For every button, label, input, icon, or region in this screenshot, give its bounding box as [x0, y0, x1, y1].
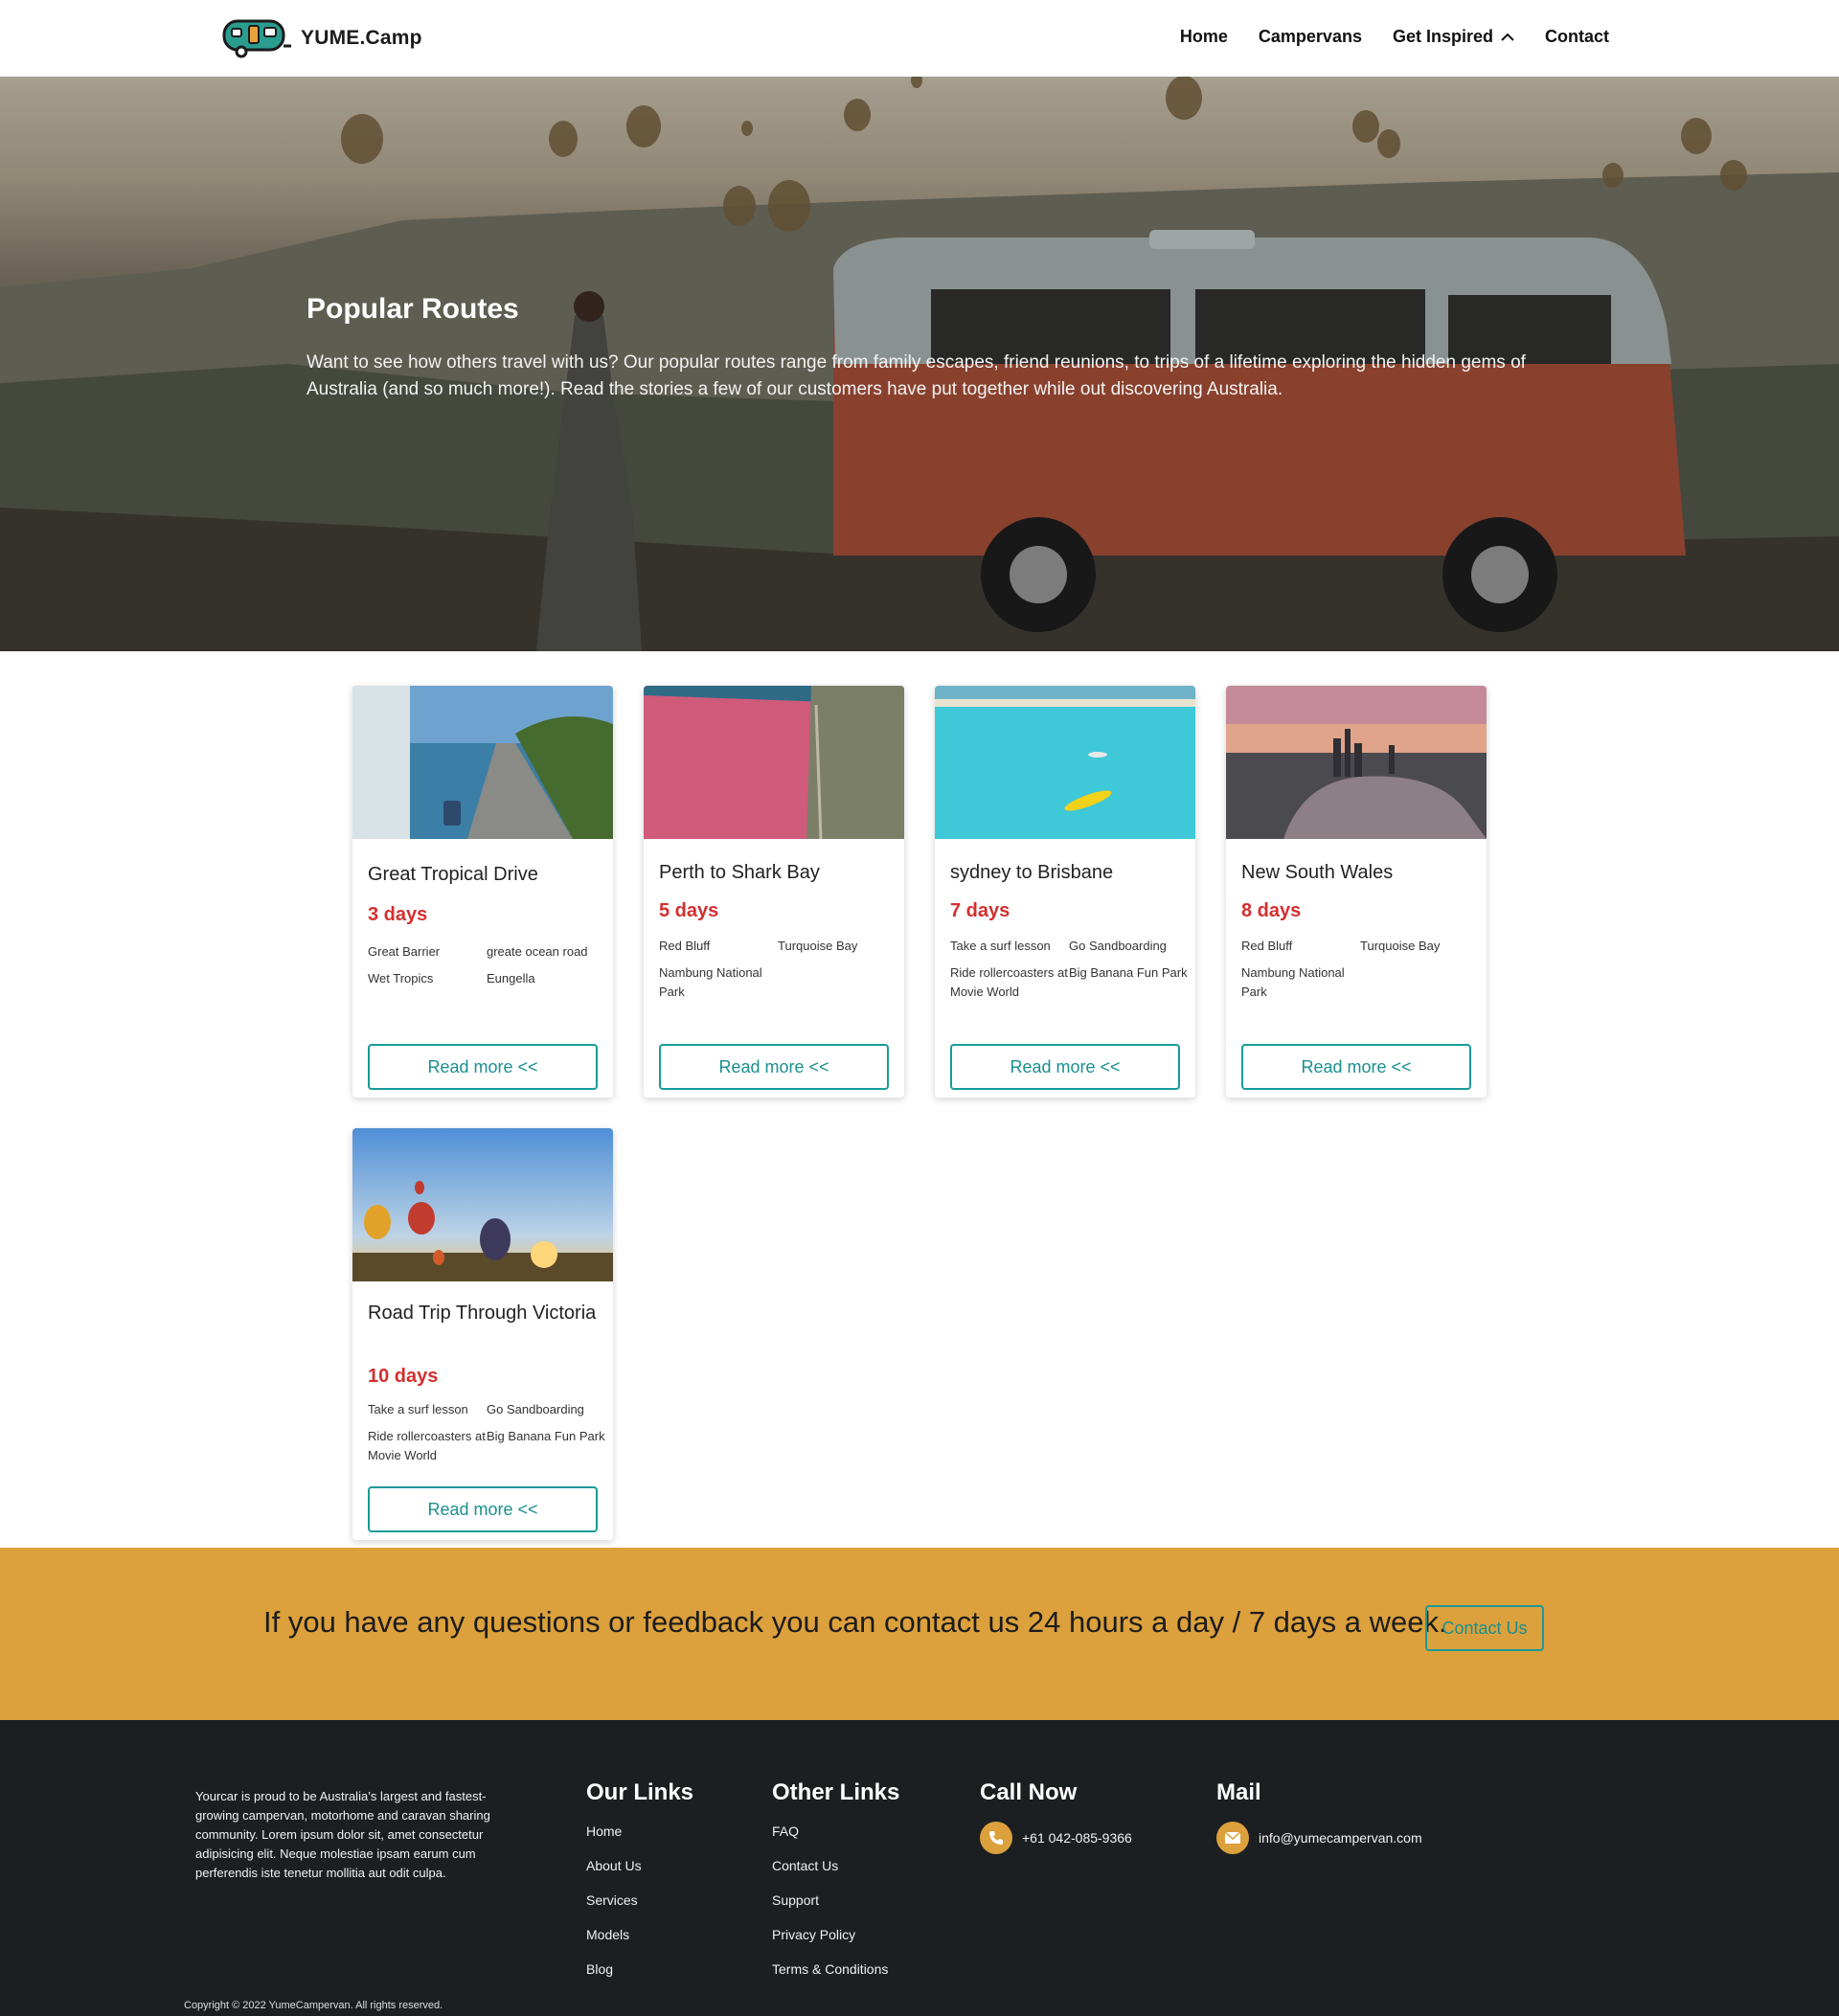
card-stop: Go Sandboarding — [1069, 939, 1167, 953]
phone-icon — [980, 1822, 1012, 1854]
read-more-button[interactable]: Read more << — [368, 1044, 598, 1090]
footer-link-support[interactable]: Support — [772, 1891, 899, 1910]
card-stop: Take a surf lesson — [950, 939, 1051, 953]
card-stop: Ride rollercoasters at Movie World — [950, 965, 1068, 999]
card-days: 7 days — [950, 900, 1010, 921]
route-card: Road Trip Through Victoria 10 days Take … — [352, 1128, 613, 1540]
read-more-button[interactable]: Read more << — [950, 1044, 1180, 1090]
site-footer: Yourcar is proud to be Australia’s large… — [0, 1720, 1839, 2016]
card-stop: Turquoise Bay — [1360, 939, 1441, 953]
card-stop: Great Barrier — [368, 944, 441, 959]
route-card: sydney to Brisbane 7 days Take a surf le… — [935, 686, 1195, 1098]
card-days: 5 days — [659, 900, 719, 921]
nav-campervans[interactable]: Campervans — [1259, 27, 1362, 47]
footer-link-contact-us[interactable]: Contact Us — [772, 1856, 899, 1875]
footer-other-links: Other Links FAQ Contact Us Support Priva… — [772, 1779, 899, 1994]
card-stops: Red Bluff Turquoise Bay Nambung National… — [659, 937, 897, 1002]
footer-mail: Mail info@yumecampervan.com — [1216, 1779, 1422, 1854]
route-card: New South Wales 8 days Red Bluff Turquoi… — [1226, 686, 1487, 1098]
camper-logo-icon — [222, 19, 291, 58]
card-stop: Eungella — [487, 971, 535, 985]
site-header: YUME.Camp Home Campervans Get Inspired C… — [0, 0, 1839, 77]
route-card: Great Tropical Drive 3 days Great Barrie… — [352, 686, 613, 1098]
footer-our-links-title: Our Links — [586, 1779, 694, 1805]
contact-us-button[interactable]: Contact Us — [1425, 1605, 1544, 1651]
card-stops: Take a surf lesson Go Sandboarding Ride … — [950, 937, 1188, 1002]
nav-campervans-label: Campervans — [1258, 27, 1362, 46]
phone-number: +61 042-085-9366 — [1022, 1830, 1132, 1846]
route-card: Perth to Shark Bay 5 days Red Bluff Turq… — [644, 686, 904, 1098]
card-stop: Nambung National Park — [659, 965, 762, 999]
read-more-button[interactable]: Read more << — [659, 1044, 889, 1090]
hero-description: Want to see how others travel with us? O… — [306, 352, 1526, 399]
card-stops: Great Barrier greate ocean road Wet Trop… — [368, 942, 605, 988]
kayak-sea-image — [935, 686, 1195, 839]
card-stops: Take a surf lesson Go Sandboarding Ride … — [368, 1400, 605, 1465]
copyright-text: Copyright © 2022 YumeCampervan. All righ… — [184, 2000, 443, 2011]
nav-get-inspired-label: Get Inspired — [1392, 27, 1493, 46]
card-title: Perth to Shark Bay — [659, 862, 820, 883]
card-stop: Nambung National Park — [1241, 965, 1345, 999]
card-stop: Wet Tropics — [368, 971, 434, 985]
footer-call: Call Now +61 042-085-9366 — [980, 1779, 1132, 1854]
footer-call-title: Call Now — [980, 1779, 1078, 1805]
nav-home[interactable]: Home — [1180, 27, 1228, 47]
footer-link-services[interactable]: Services — [586, 1891, 693, 1910]
nav-contact[interactable]: Contact — [1545, 27, 1609, 47]
footer-link-terms[interactable]: Terms & Conditions — [772, 1959, 899, 1979]
email-address: info@yumecampervan.com — [1259, 1830, 1422, 1846]
balloons-sunset-image — [352, 1128, 613, 1281]
footer-link-faq[interactable]: FAQ — [772, 1822, 899, 1841]
footer-link-about-us[interactable]: About Us — [586, 1856, 693, 1875]
mail-row[interactable]: info@yumecampervan.com — [1216, 1822, 1422, 1854]
footer-other-links-title: Other Links — [772, 1779, 900, 1805]
footer-about-text: Yourcar is proud to be Australia’s large… — [195, 1789, 490, 1880]
card-stop: greate ocean road — [487, 944, 588, 959]
nav-home-label: Home — [1179, 27, 1228, 46]
footer-link-blog[interactable]: Blog — [586, 1959, 693, 1979]
nav-contact-label: Contact — [1545, 27, 1609, 46]
card-stop: Big Banana Fun Park — [487, 1429, 605, 1443]
logo[interactable]: YUME.Camp — [220, 17, 422, 59]
hero-title: Popular Routes — [306, 293, 519, 325]
card-stop: Go Sandboarding — [487, 1402, 584, 1416]
pink-lake-image — [644, 686, 904, 839]
banner-text: If you have any questions or feedback yo… — [263, 1605, 1447, 1639]
logo-text: YUME.Camp — [301, 27, 422, 49]
footer-link-home[interactable]: Home — [586, 1822, 693, 1841]
coastal-road-image — [352, 686, 613, 839]
read-more-button[interactable]: Read more << — [368, 1486, 598, 1532]
mail-icon — [1216, 1822, 1249, 1854]
read-more-button[interactable]: Read more << — [1241, 1044, 1471, 1090]
card-stop: Big Banana Fun Park — [1069, 965, 1188, 980]
hero-banner: Popular Routes Want to see how others tr… — [0, 77, 1839, 651]
nav-get-inspired[interactable]: Get Inspired — [1393, 27, 1514, 47]
card-title: sydney to Brisbane — [950, 862, 1114, 883]
card-days: 8 days — [1241, 900, 1302, 921]
contact-banner: If you have any questions or feedback yo… — [0, 1548, 1839, 1720]
main-nav: Home Campervans Get Inspired Contact — [1180, 27, 1609, 47]
card-title: Great Tropical Drive — [368, 864, 538, 885]
card-title: New South Wales — [1241, 862, 1394, 883]
card-stop: Red Bluff — [1241, 939, 1293, 953]
card-days: 3 days — [368, 904, 428, 925]
card-title: Road Trip Through Victoria — [368, 1302, 597, 1324]
card-stop: Take a surf lesson — [368, 1402, 468, 1416]
footer-link-models[interactable]: Models — [586, 1925, 693, 1944]
card-stop: Ride rollercoasters at Movie World — [368, 1429, 486, 1462]
card-stops: Red Bluff Turquoise Bay Nambung National… — [1241, 937, 1479, 1002]
chevron-up-icon — [1501, 33, 1514, 41]
footer-mail-title: Mail — [1216, 1779, 1261, 1805]
footer-our-links: Our Links Home About Us Services Models … — [586, 1779, 693, 1994]
city-river-image — [1226, 686, 1487, 839]
card-stop: Red Bluff — [659, 939, 711, 953]
footer-link-privacy-policy[interactable]: Privacy Policy — [772, 1925, 899, 1944]
phone-row[interactable]: +61 042-085-9366 — [980, 1822, 1132, 1854]
card-stop: Turquoise Bay — [778, 939, 858, 953]
card-days: 10 days — [368, 1366, 439, 1387]
